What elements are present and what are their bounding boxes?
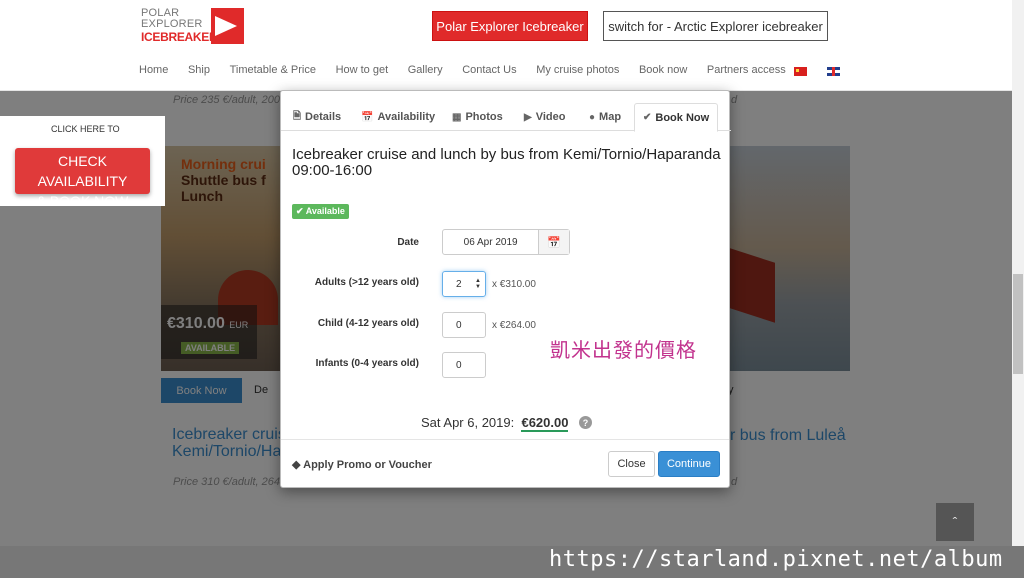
adults-label: Adults (>12 years old) <box>314 277 419 288</box>
tab-book-now[interactable]: ✔ Book Now <box>634 103 719 132</box>
document-icon: 🗎 <box>293 110 302 122</box>
chinese-annotation: 凱米出發的價格 <box>550 340 697 362</box>
logo-arrow-icon <box>211 8 244 44</box>
tab-details[interactable]: 🗎 Details <box>293 103 341 131</box>
infants-quantity-input[interactable]: 0 <box>442 352 486 378</box>
watermark-text: https://starland.pixnet.net/album <box>549 547 1003 572</box>
spinner-arrows-icon[interactable]: ▲ ▼ <box>475 278 481 290</box>
tab-photos[interactable]: ▦ Photos <box>452 103 503 131</box>
checkmark-icon: ✔ <box>643 112 652 123</box>
calendar-button-icon[interactable]: 📅 <box>539 230 569 254</box>
adults-unit-price: x €310.00 <box>492 279 536 290</box>
infants-label: Infants (0-4 years old) <box>315 358 419 369</box>
main-nav: Home Ship Timetable & Price How to get G… <box>139 64 805 76</box>
close-button[interactable]: Close <box>608 451 655 477</box>
tab-availability[interactable]: 📅 Availability <box>361 103 435 131</box>
tab-video[interactable]: ▶ Video <box>524 103 565 131</box>
adults-quantity-input[interactable]: 2 ▲ ▼ <box>442 271 486 297</box>
nav-gallery[interactable]: Gallery <box>408 64 443 76</box>
video-icon: ▶ <box>524 111 532 123</box>
nav-how-to-get[interactable]: How to get <box>336 64 389 76</box>
modal-tabs: 🗎 Details 📅 Availability ▦ Photos ▶ Video ● M… <box>281 103 731 132</box>
booking-modal: 🗎 Details 📅 Availability ▦ Photos ▶ Video ● M… <box>280 90 731 488</box>
image-icon: ▦ <box>452 111 462 123</box>
scroll-to-top-icon[interactable]: ˆ <box>936 503 974 541</box>
scrollbar-thumb[interactable] <box>1013 274 1023 374</box>
nav-ship[interactable]: Ship <box>188 64 210 76</box>
nav-book-now[interactable]: Book now <box>639 64 687 76</box>
chinese-flag-icon[interactable] <box>794 67 807 76</box>
site-logo[interactable]: POLAR EXPLORER ICEBREAKER <box>141 8 245 46</box>
tab-map[interactable]: ● Map <box>589 103 621 131</box>
total-price: Sat Apr 6, 2019: €620.00 <box>421 415 569 432</box>
date-input[interactable]: 06 Apr 2019 <box>443 230 540 254</box>
date-picker[interactable]: 06 Apr 2019 📅 <box>442 229 570 255</box>
nav-partners[interactable]: Partners access <box>707 64 786 76</box>
child-label: Child (4-12 years old) <box>317 318 419 329</box>
help-question-icon[interactable]: ? <box>579 416 592 429</box>
child-unit-price: x €264.00 <box>492 320 536 331</box>
scrollbar-track[interactable] <box>1012 0 1024 546</box>
modal-title: Icebreaker cruise and lunch by bus from … <box>292 146 721 179</box>
modal-footer-divider <box>281 439 729 440</box>
available-badge: ✔ Available <box>292 204 349 219</box>
nav-contact[interactable]: Contact Us <box>462 64 516 76</box>
polar-explorer-button[interactable]: Polar Explorer Icebreaker <box>432 11 588 41</box>
map-pin-icon: ● <box>589 111 596 123</box>
check-availability-button[interactable]: CHECK AVAILABILITY & BOOK NOW <box>15 148 150 209</box>
calendar-icon: 📅 <box>361 111 374 123</box>
apply-promo-link[interactable]: ◆ Apply Promo or Voucher <box>292 458 432 471</box>
side-label: CLICK HERE TO <box>51 124 120 134</box>
child-quantity-input[interactable]: 0 <box>442 312 486 338</box>
nav-home[interactable]: Home <box>139 64 168 76</box>
check-icon: ✔ <box>296 206 304 216</box>
nav-cruise-photos[interactable]: My cruise photos <box>536 64 619 76</box>
switch-ship-button[interactable]: switch for - Arctic Explorer icebreaker <box>603 11 828 41</box>
date-label: Date <box>397 237 419 248</box>
nav-timetable[interactable]: Timetable & Price <box>230 64 316 76</box>
total-amount: €620.00 <box>521 415 569 432</box>
tag-icon: ◆ <box>292 459 301 471</box>
uk-flag-icon[interactable] <box>827 67 840 76</box>
continue-button[interactable]: Continue <box>658 451 720 477</box>
